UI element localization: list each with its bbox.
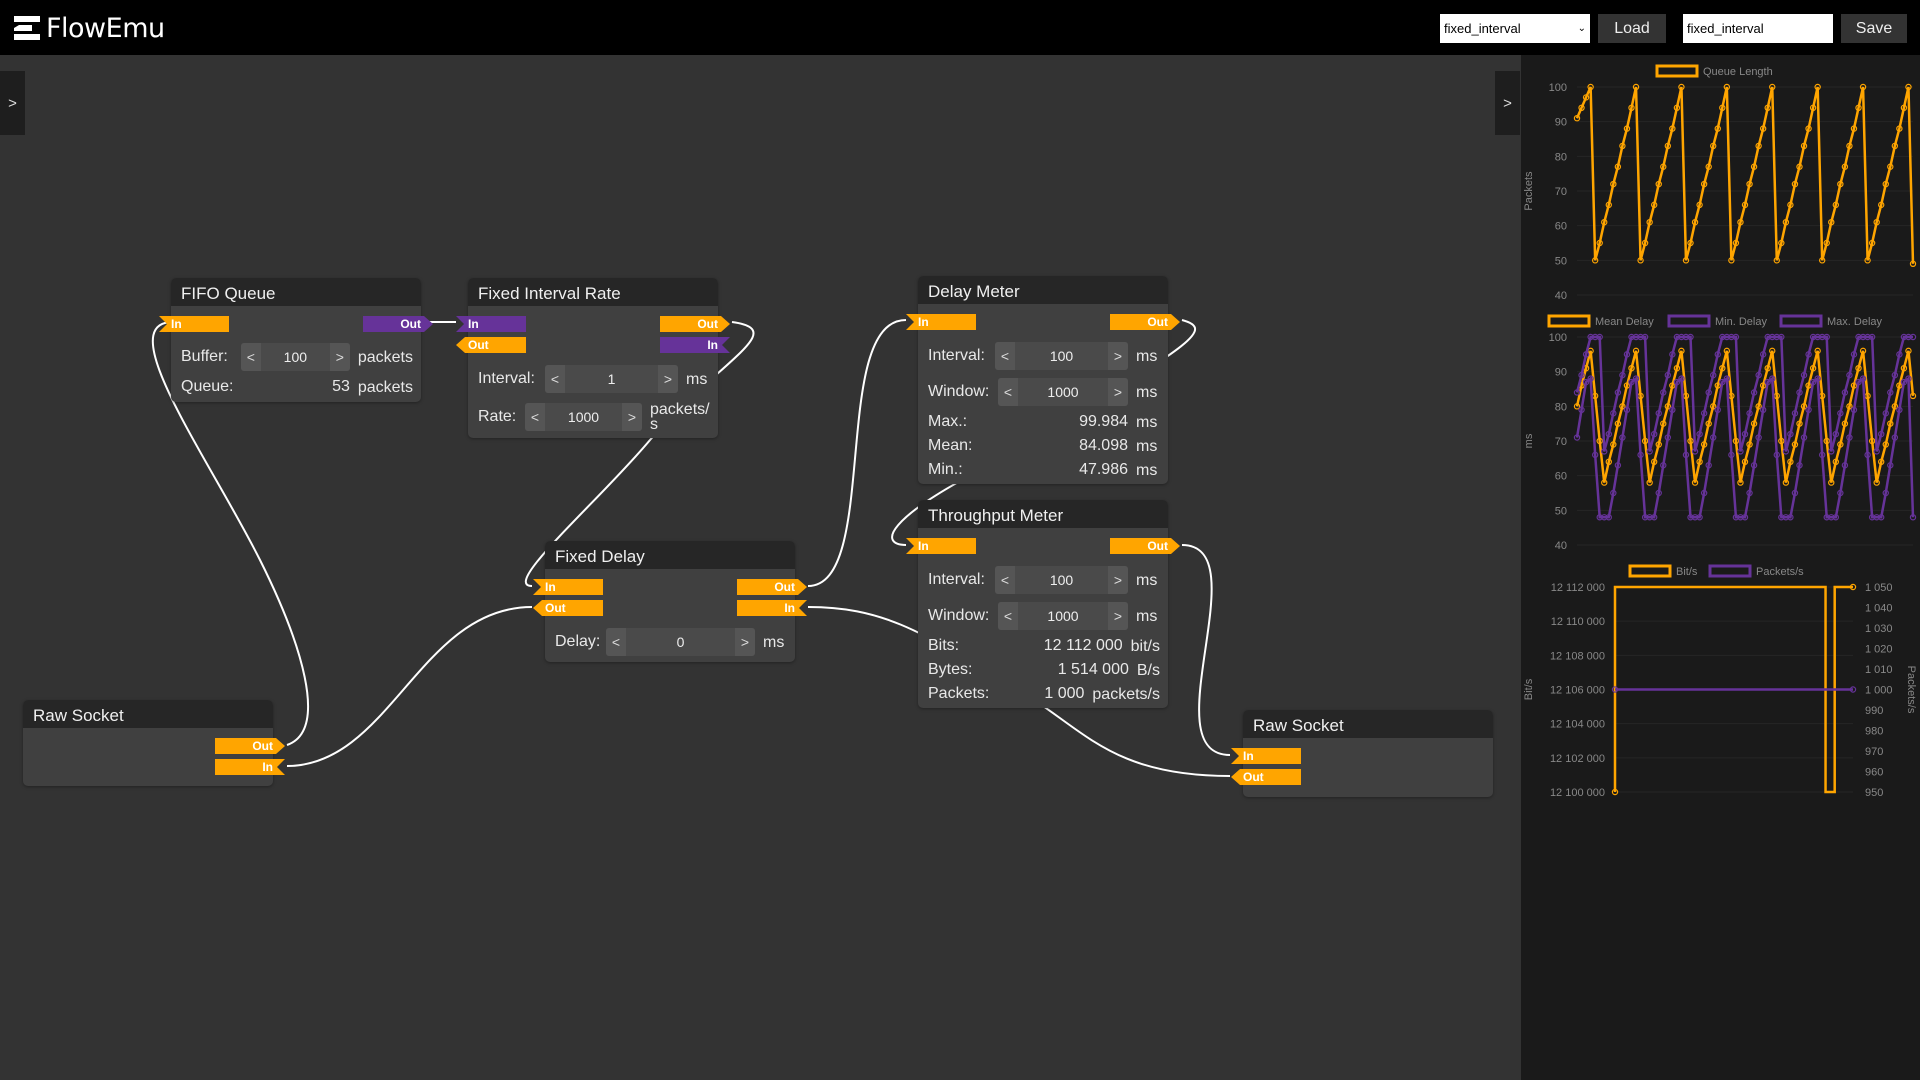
- y-tick-label: 12 106 000: [1550, 685, 1605, 697]
- y-tick-label: 12 102 000: [1550, 753, 1605, 765]
- y-tick-label: 12 112 000: [1551, 582, 1605, 594]
- y2-tick-label: 950: [1865, 787, 1883, 799]
- y-tick-label: 100: [1549, 332, 1567, 344]
- y2-tick-label: 1 030: [1865, 623, 1893, 635]
- y-tick-label: 90: [1555, 117, 1567, 129]
- y-tick-label: 80: [1555, 151, 1567, 163]
- statistics-charts: 40 50 60 70 80 90 100 Packets Queue Length 40 50 60…: [1523, 64, 1917, 799]
- y2-tick-label: 1 000: [1865, 685, 1893, 697]
- y-tick-label: 60: [1555, 471, 1567, 483]
- y2-tick-label: 980: [1865, 726, 1883, 738]
- y-tick-label: 12 104 000: [1550, 719, 1605, 731]
- y-axis-label: Packets: [1523, 171, 1535, 211]
- legend-swatch: [1779, 314, 1823, 328]
- series-line-0: [1575, 350, 1915, 483]
- legend-swatch: [1655, 64, 1699, 78]
- y-tick-label: 70: [1555, 436, 1567, 448]
- legend-label: Bit/s: [1676, 566, 1698, 578]
- y2-axis-label: Packets/s: [1905, 666, 1917, 714]
- legend-swatch: [1628, 564, 1672, 578]
- legend-swatch: [1667, 314, 1711, 328]
- y2-tick-label: 1 050: [1865, 582, 1893, 594]
- y-tick-label: 100: [1549, 82, 1567, 94]
- y2-tick-label: 1 020: [1865, 644, 1893, 656]
- y-tick-label: 40: [1555, 290, 1567, 302]
- y2-tick-label: 990: [1865, 705, 1883, 717]
- y2-tick-label: 970: [1865, 746, 1883, 758]
- y-tick-label: 12 100 000: [1550, 787, 1605, 799]
- y-tick-label: 70: [1555, 186, 1567, 198]
- legend-label: Queue Length: [1703, 66, 1773, 78]
- y-tick-label: 50: [1555, 505, 1567, 517]
- legend-swatch: [1708, 564, 1752, 578]
- legend-label: Mean Delay: [1595, 316, 1654, 328]
- legend-label: Min. Delay: [1715, 316, 1767, 328]
- y2-tick-label: 1 010: [1865, 664, 1893, 676]
- legend-swatch: [1547, 314, 1591, 328]
- y-axis-label: ms: [1523, 433, 1535, 448]
- legend-label: Max. Delay: [1827, 316, 1883, 328]
- series-line-1: [1575, 376, 1915, 519]
- y-tick-label: 12 108 000: [1550, 650, 1605, 662]
- y-axis-label: Bit/s: [1523, 678, 1535, 700]
- y2-tick-label: 1 040: [1865, 603, 1893, 615]
- y2-tick-label: 960: [1865, 767, 1883, 779]
- y-tick-label: 60: [1555, 221, 1567, 233]
- y-tick-label: 90: [1555, 367, 1567, 379]
- y-tick-label: 50: [1555, 255, 1567, 267]
- y-tick-label: 80: [1555, 401, 1567, 413]
- y-tick-label: 12 110 000: [1551, 616, 1605, 628]
- legend-label: Packets/s: [1756, 566, 1804, 578]
- y-tick-label: 40: [1555, 540, 1567, 552]
- series-line-0: [1575, 86, 1915, 264]
